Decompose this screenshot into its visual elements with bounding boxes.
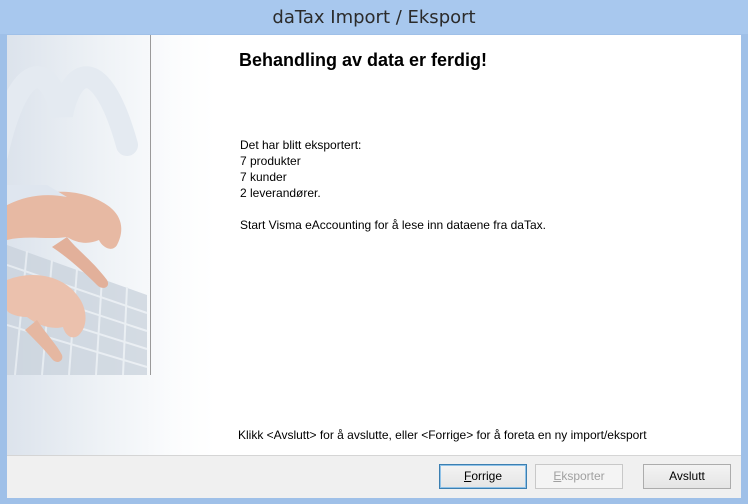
wizard-client-area: Behandling av data er ferdig! Det har bl… [7, 35, 741, 498]
title-bar[interactable]: daTax Import / Eksport [0, 0, 748, 34]
summary-line: 7 kunder [240, 170, 287, 184]
logo-watermark-icon [7, 66, 138, 160]
export-button-label: ksporter [561, 469, 605, 483]
summary-line: 7 produkter [240, 154, 301, 168]
back-button-label: orrige [471, 469, 503, 483]
side-banner-image [7, 35, 215, 455]
summary-line: Det har blitt eksportert: [240, 138, 362, 152]
page-title: Behandling av data er ferdig! [239, 50, 488, 70]
export-button[interactable]: Eksporter [535, 464, 623, 489]
wizard-window: daTax Import / Eksport Behandling av dat… [0, 0, 748, 504]
summary-line: 2 leverandører. [240, 186, 321, 200]
navigation-hint: Klikk <Avslutt> for å avslutte, eller <F… [238, 428, 647, 442]
result-summary: Det har blitt eksportert: 7 produkter 7 … [240, 137, 546, 233]
back-button[interactable]: Forrige [439, 464, 527, 489]
window-title: daTax Import / Eksport [272, 7, 476, 28]
keyboard-hands-image [7, 185, 148, 375]
finish-button[interactable]: Avslutt [643, 464, 731, 489]
instruction-text: Start Visma eAccounting for å lese inn d… [240, 218, 546, 232]
panel-divider [150, 35, 151, 375]
button-bar: Forrige Eksporter Avslutt [7, 455, 741, 498]
